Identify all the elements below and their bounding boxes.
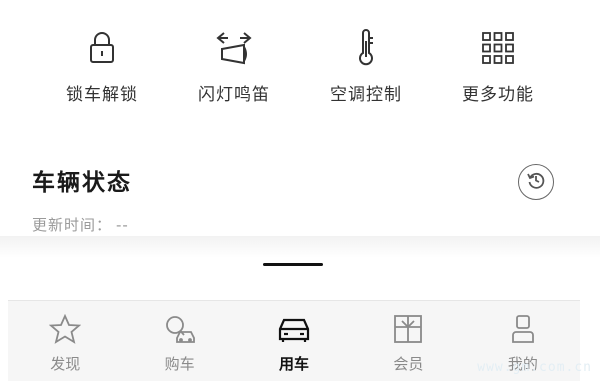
update-time-row: 更新时间： -- [32, 214, 133, 235]
grid-icon [478, 28, 518, 68]
vehicle-status-title: 车辆状态 [32, 170, 132, 196]
sheet-shadow [0, 236, 600, 258]
gift-icon [391, 313, 425, 345]
quick-action-label: 闪灯鸣笛 [198, 85, 270, 105]
quick-action-climate[interactable]: 空调控制 [300, 28, 432, 108]
vehicle-control-screen: 锁车解锁 闪灯鸣笛 空调控制 更多功能 车辆状态 更新时间： -- 发现 购车 … [0, 0, 600, 381]
refresh-icon [526, 170, 546, 194]
tab-discover[interactable]: 发现 [8, 301, 122, 381]
quick-actions-row: 锁车解锁 闪灯鸣笛 空调控制 更多功能 [36, 28, 564, 108]
tab-label: 购车 [164, 355, 195, 373]
car-front-icon [277, 313, 311, 345]
person-icon [506, 313, 540, 345]
lock-icon [82, 28, 122, 68]
refresh-button[interactable] [518, 164, 554, 200]
update-time-label: 更新时间： [32, 216, 113, 234]
tab-buy-car[interactable]: 购车 [122, 301, 236, 381]
quick-action-lock[interactable]: 锁车解锁 [36, 28, 168, 108]
sheet-drag-handle[interactable] [263, 263, 323, 266]
tab-use-car[interactable]: 用车 [237, 301, 351, 381]
thermometer-icon [346, 28, 386, 68]
quick-action-label: 更多功能 [462, 85, 534, 105]
watermark: www.gm.com.cn [477, 360, 592, 375]
tab-membership[interactable]: 会员 [351, 301, 465, 381]
tab-label: 用车 [279, 355, 310, 373]
quick-action-flash-horn[interactable]: 闪灯鸣笛 [168, 28, 300, 108]
quick-action-label: 锁车解锁 [66, 85, 138, 105]
tab-label: 发现 [50, 355, 81, 373]
quick-action-more[interactable]: 更多功能 [432, 28, 564, 108]
car-buy-icon [163, 313, 197, 345]
flash-horn-icon [214, 28, 254, 68]
quick-action-label: 空调控制 [330, 85, 402, 105]
star-icon [48, 313, 82, 345]
update-time-value: -- [116, 216, 129, 234]
tab-label: 会员 [393, 355, 424, 373]
